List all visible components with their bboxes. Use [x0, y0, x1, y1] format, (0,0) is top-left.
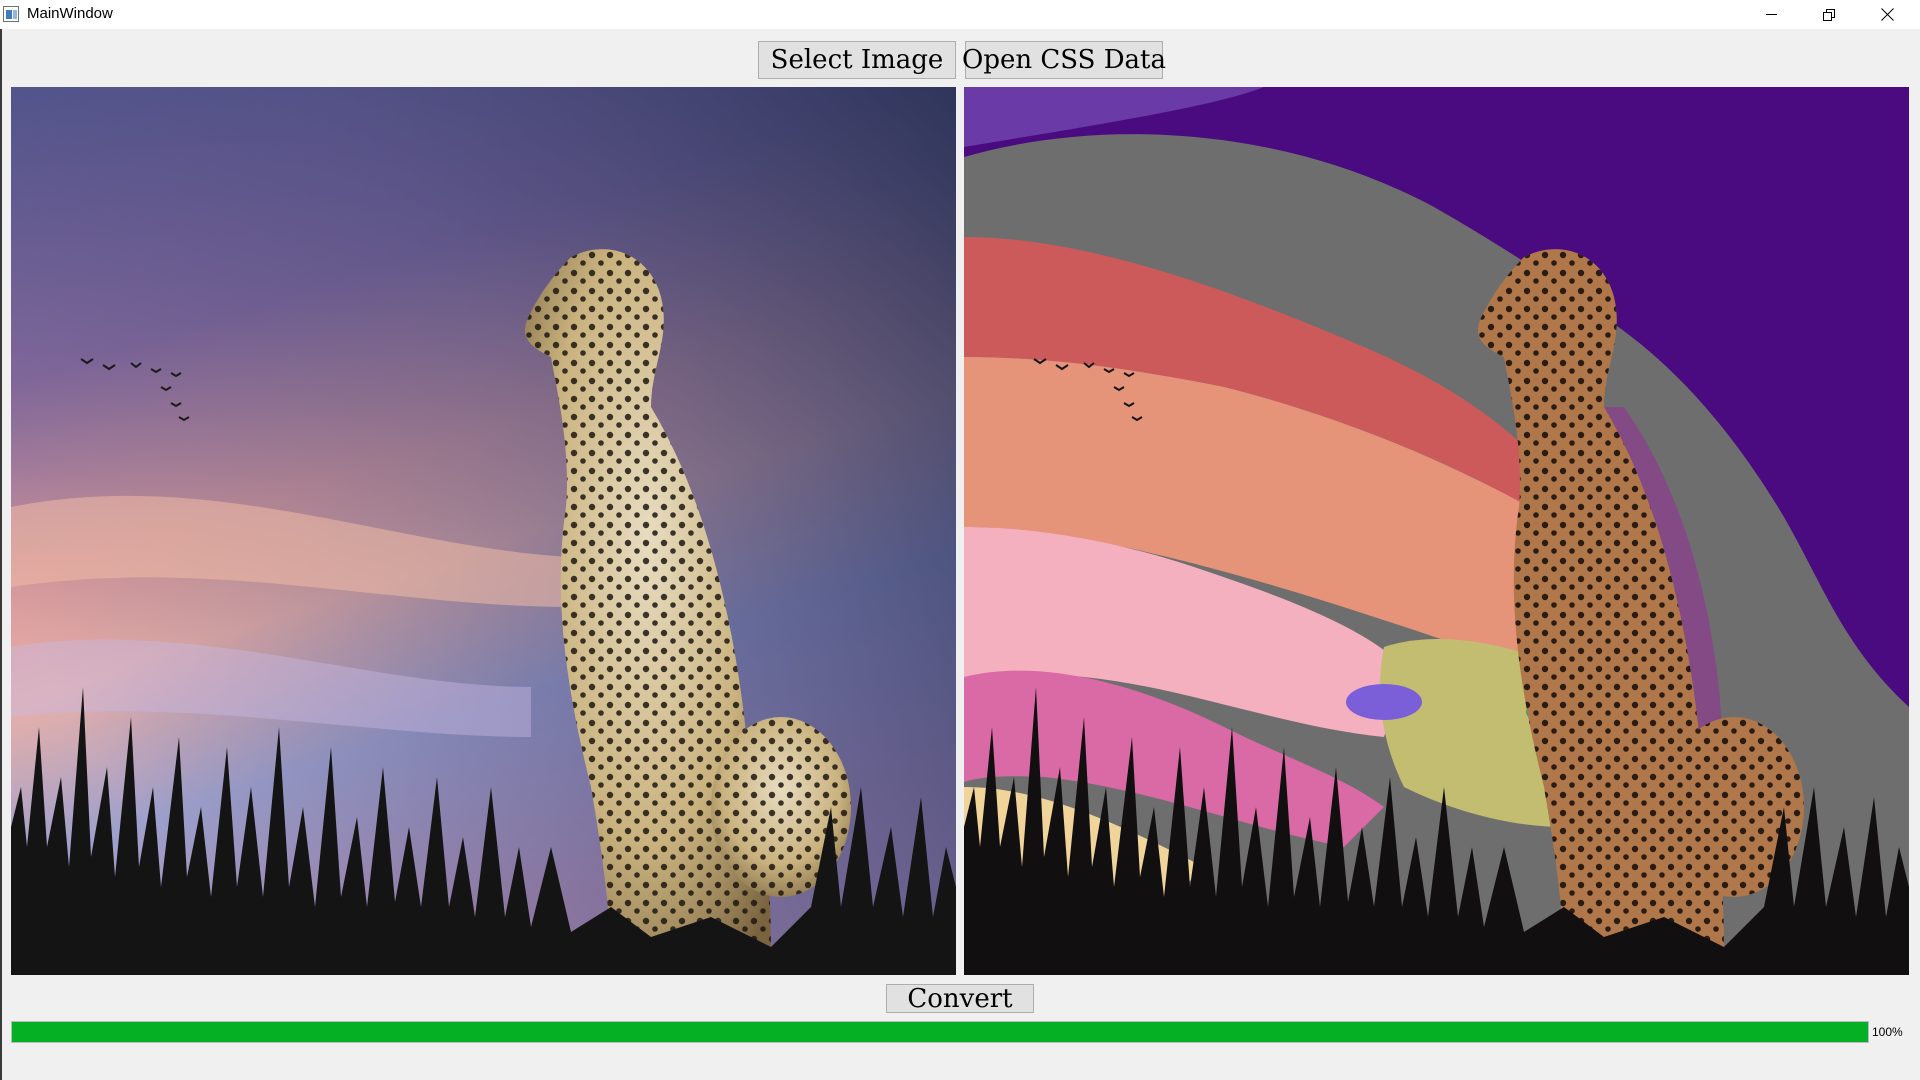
converted-image: [964, 87, 1909, 975]
close-icon: [1881, 8, 1894, 21]
progress-fill: [12, 1022, 1868, 1042]
restore-button[interactable]: [1800, 0, 1858, 29]
select-image-button[interactable]: Select Image: [758, 41, 956, 79]
close-button[interactable]: [1858, 0, 1916, 29]
main-window: MainWindow Select Image Open CSS Data Co…: [0, 0, 1920, 1080]
open-css-data-button[interactable]: Open CSS Data: [962, 41, 1166, 79]
title-bar[interactable]: MainWindow: [0, 0, 1920, 29]
progress-bar: [11, 1021, 1869, 1043]
window-title: MainWindow: [27, 5, 113, 22]
minimize-button[interactable]: [1742, 0, 1800, 29]
app-window-icon: [3, 6, 19, 22]
restore-icon: [1823, 8, 1835, 21]
progress-percent: 100%: [1872, 1025, 1903, 1039]
convert-button[interactable]: Convert: [886, 984, 1034, 1014]
minimize-icon: [1765, 14, 1777, 15]
original-image: [11, 87, 956, 975]
